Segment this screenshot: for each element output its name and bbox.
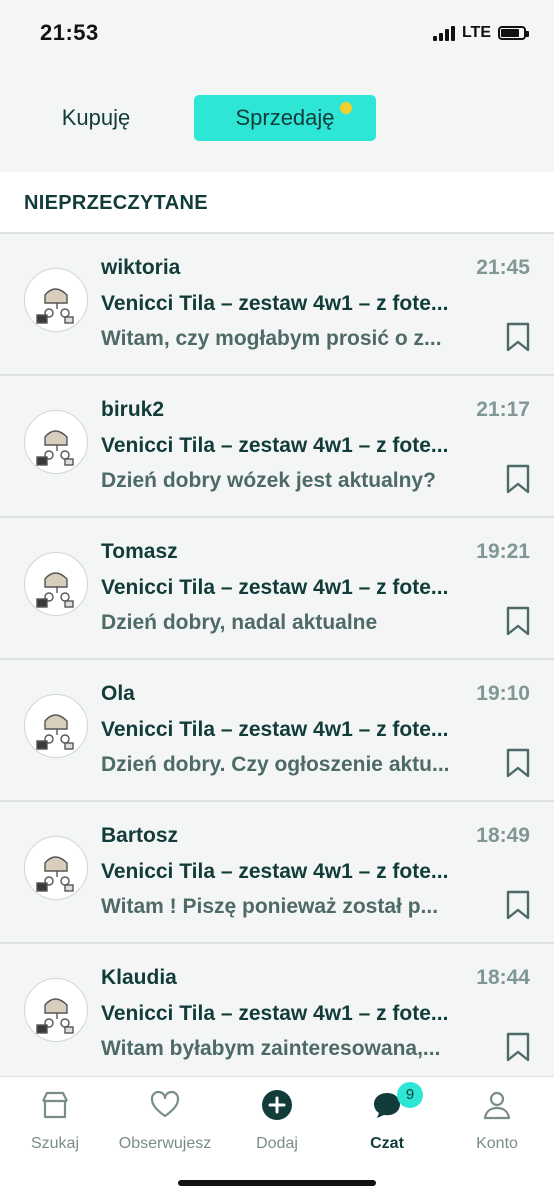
person-icon bbox=[483, 1091, 511, 1120]
chat-item[interactable]: biruk2 21:17 Venicci Tila – zestaw 4w1 –… bbox=[0, 376, 554, 518]
avatar bbox=[24, 978, 88, 1042]
chat-preview: Dzień dobry, nadal aktualne bbox=[101, 611, 378, 634]
bookmark-icon[interactable] bbox=[506, 1032, 530, 1062]
nav-search[interactable]: Szukaj bbox=[0, 1085, 110, 1155]
chat-item[interactable]: Bartosz 18:49 Venicci Tila – zestaw 4w1 … bbox=[0, 802, 554, 944]
status-bar: 21:53 LTE bbox=[0, 0, 554, 68]
avatar bbox=[24, 694, 88, 758]
chat-item[interactable]: Tomasz 19:21 Venicci Tila – zestaw 4w1 –… bbox=[0, 518, 554, 660]
avatar bbox=[24, 410, 88, 474]
chat-time: 21:17 bbox=[476, 398, 530, 421]
chat-time: 19:21 bbox=[476, 540, 530, 563]
avatar bbox=[24, 552, 88, 616]
bookmark-icon[interactable] bbox=[506, 322, 530, 352]
bookmark-icon[interactable] bbox=[506, 748, 530, 778]
network-label: LTE bbox=[461, 24, 491, 41]
chat-item[interactable]: Klaudia 18:44 Venicci Tila – zestaw 4w1 … bbox=[0, 944, 554, 1076]
nav-chat-label: Czat bbox=[370, 1135, 404, 1152]
chat-listing-title: Venicci Tila – zestaw 4w1 – z fote... bbox=[101, 434, 449, 457]
chat-listing-title: Venicci Tila – zestaw 4w1 – z fote... bbox=[101, 292, 449, 315]
chat-preview: Dzień dobry wózek jest aktualny? bbox=[101, 469, 436, 492]
section-title: NIEPRZECZYTANE bbox=[24, 192, 208, 214]
chat-sender-name: wiktoria bbox=[101, 256, 181, 279]
chat-listing-title: Venicci Tila – zestaw 4w1 – z fote... bbox=[101, 860, 449, 883]
plus-circle-icon bbox=[262, 1090, 292, 1120]
chat-preview: Dzień dobry. Czy ogłoszenie aktu... bbox=[101, 753, 450, 776]
signal-icon bbox=[432, 25, 455, 41]
chat-time: 18:44 bbox=[476, 966, 530, 989]
chat-sender-name: biruk2 bbox=[101, 398, 165, 421]
avatar bbox=[24, 836, 88, 900]
battery-icon bbox=[498, 26, 529, 40]
nav-add[interactable]: Dodaj bbox=[222, 1085, 332, 1155]
chat-list: wiktoria 21:45 Venicci Tila – zestaw 4w1… bbox=[0, 234, 554, 1076]
nav-watch-label: Obserwujesz bbox=[118, 1135, 212, 1152]
bookmark-icon[interactable] bbox=[506, 606, 530, 636]
chat-time: 19:10 bbox=[476, 682, 530, 705]
unread-section-header: NIEPRZECZYTANE bbox=[0, 172, 554, 234]
nav-add-label: Dodaj bbox=[256, 1135, 298, 1152]
chat-listing-title: Venicci Tila – zestaw 4w1 – z fote... bbox=[101, 718, 449, 741]
bookmark-icon[interactable] bbox=[506, 464, 530, 494]
nav-watch[interactable]: Obserwujesz bbox=[110, 1085, 220, 1155]
tab-buying[interactable]: Kupuję bbox=[40, 98, 152, 138]
chat-preview: Witam, czy mogłabym prosić o z... bbox=[101, 327, 442, 350]
chat-time: 21:45 bbox=[476, 256, 530, 279]
chat-time: 18:49 bbox=[476, 824, 530, 847]
storefront-icon bbox=[42, 1091, 68, 1119]
nav-chat[interactable]: Czat bbox=[332, 1085, 442, 1155]
chat-sender-name: Tomasz bbox=[101, 540, 178, 563]
notification-dot bbox=[340, 102, 352, 114]
chat-sender-name: Ola bbox=[101, 682, 135, 705]
chat-sender-name: Klaudia bbox=[101, 966, 177, 989]
battery-fill bbox=[501, 29, 519, 37]
chat-item[interactable]: wiktoria 21:45 Venicci Tila – zestaw 4w1… bbox=[0, 234, 554, 376]
chat-preview: Witam byłabym zainteresowana,... bbox=[101, 1037, 441, 1060]
chat-unread-badge: 9 bbox=[397, 1082, 423, 1108]
nav-search-label: Szukaj bbox=[30, 1135, 80, 1152]
heart-icon bbox=[150, 1090, 180, 1118]
nav-account-label: Konto bbox=[476, 1135, 518, 1152]
avatar bbox=[24, 268, 88, 332]
chat-preview: Witam ! Piszę ponieważ został p... bbox=[101, 895, 439, 918]
bookmark-icon[interactable] bbox=[506, 890, 530, 920]
home-indicator[interactable] bbox=[178, 1180, 376, 1186]
chat-listing-title: Venicci Tila – zestaw 4w1 – z fote... bbox=[101, 1002, 449, 1025]
status-time: 21:53 bbox=[40, 20, 99, 45]
chat-sender-name: Bartosz bbox=[101, 824, 179, 847]
chat-listing-title: Venicci Tila – zestaw 4w1 – z fote... bbox=[101, 576, 449, 599]
segment-tabs: Kupuję Sprzedaję bbox=[0, 88, 554, 148]
nav-account[interactable]: Konto bbox=[442, 1085, 552, 1155]
status-indicators: LTE bbox=[432, 24, 529, 42]
chat-item[interactable]: Ola 19:10 Venicci Tila – zestaw 4w1 – z … bbox=[0, 660, 554, 802]
